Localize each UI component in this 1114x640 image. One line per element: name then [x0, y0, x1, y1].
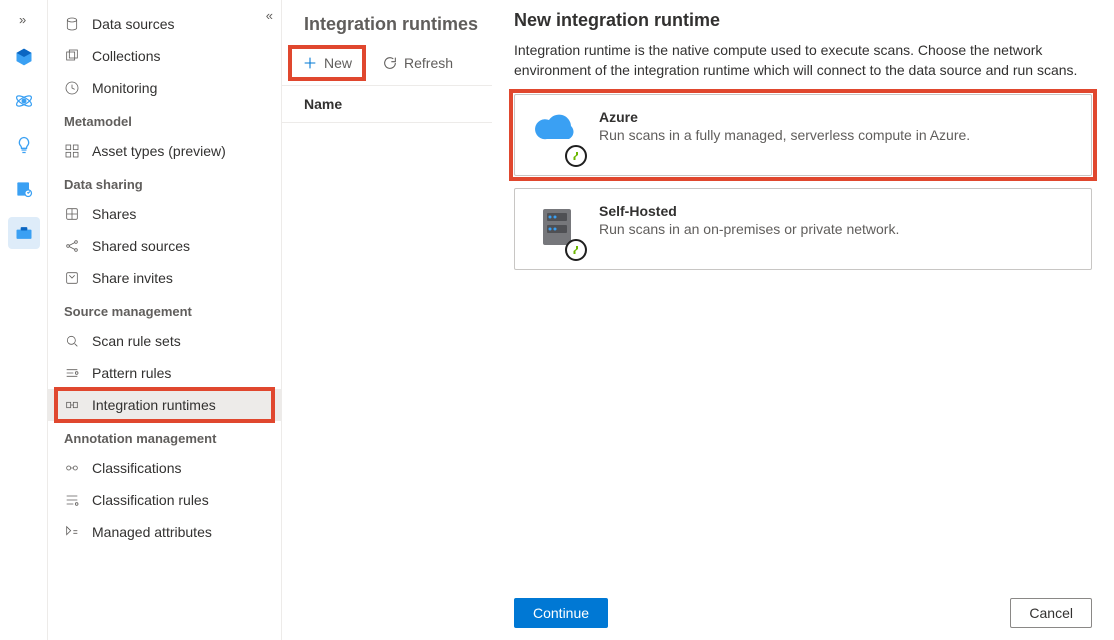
server-icon — [533, 203, 581, 255]
expand-rail-button[interactable]: « — [15, 8, 32, 35]
option-azure[interactable]: Azure Run scans in a fully managed, serv… — [514, 94, 1092, 176]
sidebar-item-label: Classifications — [92, 460, 181, 476]
collections-icon — [64, 48, 80, 64]
right-panel: New integration runtime Integration runt… — [492, 0, 1114, 640]
collapse-sidebar-button[interactable]: « — [266, 8, 271, 23]
mid-toolbar: New Refresh — [282, 45, 492, 85]
sidebar-item-classifications[interactable]: Classifications — [48, 452, 281, 484]
refresh-button-label: Refresh — [404, 55, 453, 71]
toolbox-icon — [14, 223, 34, 243]
panel-title: New integration runtime — [514, 10, 1092, 31]
option-title: Azure — [599, 109, 970, 125]
option-title: Self-Hosted — [599, 203, 899, 219]
sidebar-item-collections[interactable]: Collections — [48, 40, 281, 72]
sidebar-group-metamodel: Metamodel — [48, 104, 281, 135]
sidebar-item-label: Pattern rules — [92, 365, 171, 381]
option-desc: Run scans in a fully managed, serverless… — [599, 127, 970, 143]
rail-catalog-icon[interactable] — [8, 41, 40, 73]
cube-icon — [14, 47, 34, 67]
data-sources-icon — [64, 16, 80, 32]
sidebar-item-label: Monitoring — [92, 80, 157, 96]
integration-runtimes-icon — [64, 397, 80, 413]
refresh-button[interactable]: Refresh — [372, 51, 463, 75]
shared-sources-icon — [64, 238, 80, 254]
sidebar-item-data-sources[interactable]: Data sources — [48, 8, 281, 40]
sidebar-item-label: Shares — [92, 206, 136, 222]
pattern-rules-icon — [64, 365, 80, 381]
option-self-hosted[interactable]: Self-Hosted Run scans in an on-premises … — [514, 188, 1092, 270]
sidebar-item-label: Integration runtimes — [92, 397, 216, 413]
runtime-badge-icon — [565, 239, 587, 261]
share-invites-icon — [64, 270, 80, 286]
new-button-label: New — [324, 55, 352, 71]
icon-rail: « — [0, 0, 48, 640]
monitoring-icon — [64, 80, 80, 96]
option-desc: Run scans in an on-premises or private n… — [599, 221, 899, 237]
shares-icon — [64, 206, 80, 222]
sidebar-item-label: Shared sources — [92, 238, 190, 254]
sidebar-group-source-management: Source management — [48, 294, 281, 325]
mid-title: Integration runtimes — [282, 10, 492, 45]
plus-icon — [302, 55, 318, 71]
cancel-button[interactable]: Cancel — [1010, 598, 1092, 628]
classification-rules-icon — [64, 492, 80, 508]
sidebar-item-managed-attributes[interactable]: Managed attributes — [48, 516, 281, 548]
sidebar-item-label: Scan rule sets — [92, 333, 181, 349]
continue-button[interactable]: Continue — [514, 598, 608, 628]
asset-types-icon — [64, 143, 80, 159]
cloud-icon — [533, 109, 581, 161]
certificate-icon — [14, 179, 34, 199]
sidebar-item-shares[interactable]: Shares — [48, 198, 281, 230]
sidebar-item-asset-types[interactable]: Asset types (preview) — [48, 135, 281, 167]
sidebar-item-pattern-rules[interactable]: Pattern rules — [48, 357, 281, 389]
sidebar-item-scan-rule-sets[interactable]: Scan rule sets — [48, 325, 281, 357]
sidebar-item-label: Collections — [92, 48, 160, 64]
sidebar-item-integration-runtimes[interactable]: Integration runtimes — [48, 389, 281, 421]
bulb-icon — [14, 135, 34, 155]
middle-column: Integration runtimes New Refresh Name — [282, 0, 492, 640]
new-button[interactable]: New — [292, 51, 362, 75]
sidebar-group-data-sharing: Data sharing — [48, 167, 281, 198]
rail-management-icon[interactable] — [8, 217, 40, 249]
sidebar-group-annotation-management: Annotation management — [48, 421, 281, 452]
rail-policy-icon[interactable] — [8, 173, 40, 205]
rail-insights-icon[interactable] — [8, 129, 40, 161]
sidebar-item-label: Data sources — [92, 16, 174, 32]
atom-icon — [14, 91, 34, 111]
column-header-name[interactable]: Name — [282, 85, 492, 123]
sidebar-item-shared-sources[interactable]: Shared sources — [48, 230, 281, 262]
panel-footer: Continue Cancel — [514, 584, 1092, 640]
runtime-badge-icon — [565, 145, 587, 167]
rail-scan-icon[interactable] — [8, 85, 40, 117]
panel-description: Integration runtime is the native comput… — [514, 41, 1092, 80]
managed-attributes-icon — [64, 524, 80, 540]
sidebar-item-label: Share invites — [92, 270, 173, 286]
sidebar-item-classification-rules[interactable]: Classification rules — [48, 484, 281, 516]
sidebar-item-label: Managed attributes — [92, 524, 212, 540]
sidebar-item-share-invites[interactable]: Share invites — [48, 262, 281, 294]
sidebar: « Data sources Collections Monitoring Me… — [48, 0, 282, 640]
sidebar-item-label: Asset types (preview) — [92, 143, 226, 159]
refresh-icon — [382, 55, 398, 71]
classifications-icon — [64, 460, 80, 476]
sidebar-item-monitoring[interactable]: Monitoring — [48, 72, 281, 104]
scan-rule-sets-icon — [64, 333, 80, 349]
sidebar-item-label: Classification rules — [92, 492, 209, 508]
